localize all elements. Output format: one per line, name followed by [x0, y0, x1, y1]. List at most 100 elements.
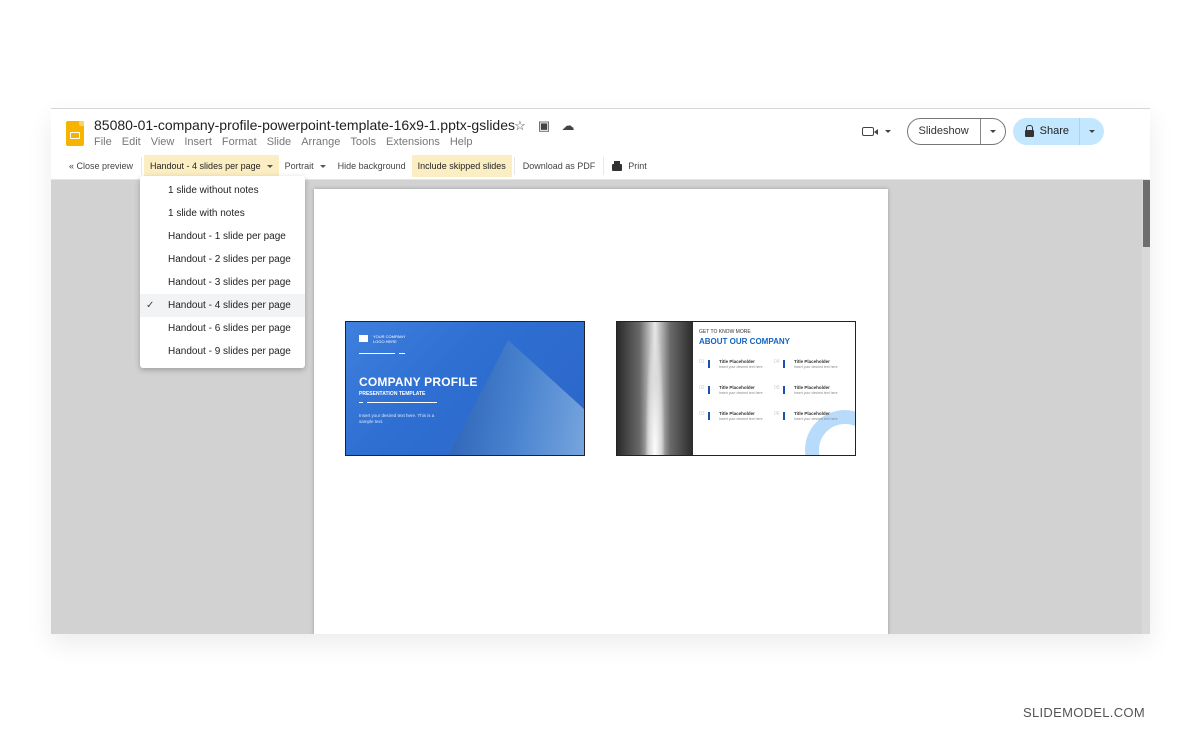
- share-button[interactable]: Share: [1013, 118, 1080, 145]
- slide-subtitle: PRESENTATION TEMPLATE: [359, 391, 426, 397]
- chevron-down-icon: [266, 164, 273, 168]
- menu-insert[interactable]: Insert: [184, 136, 212, 148]
- option-label: Handout - 2 slides per page: [168, 254, 291, 265]
- print-label: Print: [628, 161, 647, 171]
- option-label: 1 slide without notes: [168, 185, 259, 196]
- item-desc: Insert your desired text here: [719, 417, 763, 421]
- accent-bar: [708, 386, 710, 394]
- item-desc: Insert your desired text here: [794, 365, 838, 369]
- decorative-line: [359, 402, 363, 403]
- layout-option[interactable]: 1 slide without notes: [140, 179, 305, 202]
- slide-thumbnail-2: GET TO KNOW MORE ABOUT OUR COMPANY 01 Ti…: [616, 321, 856, 456]
- decorative-line: [399, 353, 405, 354]
- menu-format[interactable]: Format: [222, 136, 257, 148]
- google-slides-logo-icon[interactable]: [66, 121, 84, 146]
- list-item: 04 Title Placeholder Insert your desired…: [774, 359, 849, 378]
- architecture-photo: [617, 322, 693, 455]
- divider: [603, 157, 605, 175]
- layout-menu: 1 slide without notes 1 slide with notes…: [140, 176, 305, 368]
- orientation-dropdown[interactable]: Portrait: [279, 155, 332, 177]
- menu-arrange[interactable]: Arrange: [301, 136, 340, 148]
- option-label: Handout - 1 slide per page: [168, 231, 286, 242]
- menu-help[interactable]: Help: [450, 136, 473, 148]
- list-item: 02 Title Placeholder Insert your desired…: [699, 385, 774, 404]
- menu-file[interactable]: File: [94, 136, 112, 148]
- menu-tools[interactable]: Tools: [350, 136, 376, 148]
- layout-option[interactable]: Handout - 1 slide per page: [140, 225, 305, 248]
- slide-body-text: Insert your desired text here. This is a…: [359, 413, 435, 424]
- layout-option[interactable]: Handout - 2 slides per page: [140, 248, 305, 271]
- hide-background-toggle[interactable]: Hide background: [332, 155, 412, 177]
- layout-dropdown[interactable]: Handout - 4 slides per page: [144, 155, 279, 177]
- list-item: 01 Title Placeholder Insert your desired…: [699, 359, 774, 378]
- layout-option[interactable]: Handout - 3 slides per page: [140, 271, 305, 294]
- layout-option[interactable]: Handout - 6 slides per page: [140, 317, 305, 340]
- title-bar: 85080-01-company-profile-powerpoint-temp…: [51, 109, 1150, 153]
- accent-bar: [783, 386, 785, 394]
- menu-view[interactable]: View: [151, 136, 175, 148]
- share-button-group: Share: [1012, 118, 1104, 145]
- decorative-line: [367, 402, 437, 403]
- video-camera-icon: [861, 127, 878, 136]
- item-desc: Insert your desired text here: [794, 391, 838, 395]
- option-label: Handout - 9 slides per page: [168, 346, 291, 357]
- list-item: 05 Title Placeholder Insert your desired…: [774, 385, 849, 404]
- slideshow-button[interactable]: Slideshow: [908, 119, 981, 144]
- item-desc: Insert your desired text here: [719, 365, 763, 369]
- cloud-status-icon[interactable]: ☁: [561, 118, 575, 134]
- item-number: 01: [699, 359, 705, 365]
- slide-title: COMPANY PROFILE: [359, 375, 478, 389]
- placeholder-grid: 01 Title Placeholder Insert your desired…: [699, 359, 849, 430]
- layout-option[interactable]: Handout - 9 slides per page: [140, 340, 305, 363]
- print-button[interactable]: Print: [606, 155, 653, 177]
- chevron-down-icon: [884, 130, 891, 133]
- item-desc: Insert your desired text here: [794, 417, 838, 421]
- list-item: 06 Title Placeholder Insert your desired…: [774, 411, 849, 430]
- meet-button[interactable]: [861, 127, 891, 136]
- item-number: 06: [774, 411, 780, 417]
- divider: [141, 157, 143, 175]
- decorative-line: [359, 353, 395, 354]
- logo-text-line-2: LOGO HERE: [373, 339, 397, 344]
- checkmark-icon: ✓: [146, 300, 155, 311]
- move-to-folder-icon[interactable]: ▣: [537, 118, 551, 134]
- accent-bar: [708, 412, 710, 420]
- slide-thumbnail-1: YOUR COMPANY LOGO HERE COMPANY PROFILE P…: [345, 321, 585, 456]
- item-number: 02: [699, 385, 705, 391]
- orientation-label: Portrait: [284, 161, 314, 171]
- slideshow-options-button[interactable]: [981, 119, 1005, 144]
- preview-page: YOUR COMPANY LOGO HERE COMPANY PROFILE P…: [314, 189, 888, 634]
- printer-icon: [612, 160, 623, 171]
- option-label: 1 slide with notes: [168, 208, 245, 219]
- item-number: 03: [699, 411, 705, 417]
- menu-extensions[interactable]: Extensions: [386, 136, 440, 148]
- watermark: SLIDEMODEL.COM: [1023, 705, 1145, 720]
- menu-bar: File Edit View Insert Format Slide Arran…: [94, 136, 472, 148]
- item-number: 05: [774, 385, 780, 391]
- share-options-button[interactable]: [1080, 118, 1104, 145]
- slide-kicker: GET TO KNOW MORE: [699, 329, 751, 335]
- option-label: Handout - 6 slides per page: [168, 323, 291, 334]
- logo-placeholder-text: YOUR COMPANY LOGO HERE: [373, 334, 406, 344]
- close-preview-button[interactable]: « Close preview: [63, 155, 139, 177]
- item-number: 04: [774, 359, 780, 365]
- share-label: Share: [1039, 125, 1069, 137]
- menu-edit[interactable]: Edit: [122, 136, 141, 148]
- chevron-down-icon: [989, 130, 996, 133]
- slideshow-button-group: Slideshow: [906, 118, 1006, 145]
- item-desc: Insert your desired text here: [719, 391, 763, 395]
- accent-bar: [783, 360, 785, 368]
- building-photo: [436, 340, 584, 455]
- menu-slide[interactable]: Slide: [267, 136, 291, 148]
- include-skipped-slides-toggle[interactable]: Include skipped slides: [411, 155, 512, 177]
- layout-option[interactable]: 1 slide with notes: [140, 202, 305, 225]
- layout-option-selected[interactable]: ✓ Handout - 4 slides per page: [140, 294, 305, 317]
- vertical-scrollbar[interactable]: [1142, 180, 1150, 634]
- option-label: Handout - 3 slides per page: [168, 277, 291, 288]
- option-label: Handout - 4 slides per page: [168, 300, 291, 311]
- document-title[interactable]: 85080-01-company-profile-powerpoint-temp…: [94, 117, 515, 133]
- star-icon[interactable]: ☆: [513, 118, 527, 134]
- scrollbar-thumb[interactable]: [1143, 180, 1150, 247]
- download-pdf-button[interactable]: Download as PDF: [517, 155, 602, 177]
- layout-dropdown-label: Handout - 4 slides per page: [150, 161, 261, 171]
